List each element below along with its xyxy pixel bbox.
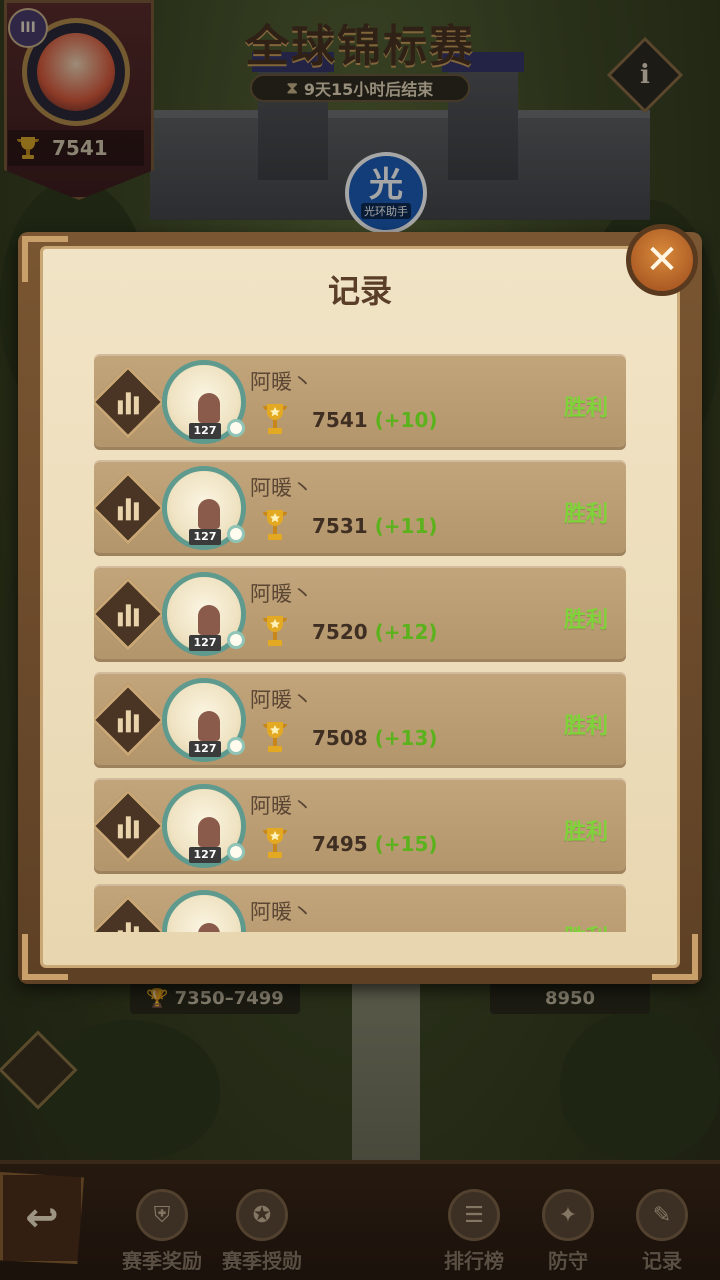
flower-icon: [227, 525, 245, 543]
battle-result: 胜利: [563, 396, 608, 421]
opponent-name: 阿暖丶: [250, 900, 313, 924]
record-row: 127 阿暖丶 胜利: [94, 884, 626, 932]
bar-chart-icon: [117, 602, 139, 626]
score-delta: (+12): [374, 620, 438, 644]
bar-chart-icon: [117, 814, 139, 838]
score-delta: (+15): [374, 832, 438, 856]
score-value: 7531: [312, 514, 368, 538]
frame-corner: [652, 934, 698, 980]
battle-stats-button[interactable]: [94, 895, 165, 932]
record-row: 127 阿暖丶 7531 (+11) 胜利: [94, 460, 626, 556]
battle-result: 胜利: [564, 920, 608, 932]
records-list[interactable]: 127 阿暖丶 7541 (+10) 胜利 127 阿暖丶 7531 (+11)…: [94, 354, 626, 932]
opponent-avatar[interactable]: 127: [162, 678, 246, 762]
opponent-avatar[interactable]: 127: [162, 572, 246, 656]
battle-result: 胜利: [563, 714, 608, 739]
flower-icon: [227, 737, 245, 755]
close-button[interactable]: ✕: [626, 224, 698, 296]
score-value: 7541: [312, 408, 368, 432]
opponent-avatar[interactable]: 127: [162, 360, 246, 444]
trophy-icon: [263, 616, 287, 646]
flower-icon: [227, 419, 245, 437]
score-line: 7531 (+11): [312, 514, 438, 538]
battle-stats-button[interactable]: [94, 789, 165, 863]
record-row: 127 阿暖丶 7520 (+12) 胜利: [94, 566, 626, 662]
opponent-figure: [198, 393, 220, 423]
flower-icon: [227, 631, 245, 649]
trophy-icon: [263, 404, 287, 434]
opponent-avatar[interactable]: 127: [162, 784, 246, 868]
battle-stats-button[interactable]: [94, 577, 165, 651]
frame-corner: [22, 236, 68, 282]
score-delta: (+10): [374, 408, 438, 432]
bar-chart-icon: [117, 920, 139, 932]
opponent-avatar[interactable]: 127: [162, 466, 246, 550]
trophy-icon: [263, 510, 287, 540]
opponent-name: 阿暖丶: [250, 794, 313, 818]
opponent-name: 阿暖丶: [250, 476, 313, 500]
opponent-name: 阿暖丶: [250, 370, 313, 394]
flower-icon: [227, 843, 245, 861]
trophy-icon: [263, 722, 287, 752]
modal-title: 记录: [327, 272, 392, 310]
battle-stats-button[interactable]: [94, 683, 165, 757]
score-delta: (+11): [374, 514, 438, 538]
score-value: 7520: [312, 620, 368, 644]
record-row: 127 阿暖丶 7508 (+13) 胜利: [94, 672, 626, 768]
score-value: 7495: [312, 832, 368, 856]
battle-result: 胜利: [563, 608, 608, 633]
opponent-name: 阿暖丶: [250, 688, 313, 712]
record-row: 127 阿暖丶 7541 (+10) 胜利: [94, 354, 626, 450]
bar-chart-icon: [117, 390, 139, 414]
opponent-level: 127: [189, 741, 221, 757]
score-value: 7508: [312, 726, 368, 750]
opponent-level: 127: [189, 635, 221, 651]
score-line: 7520 (+12): [312, 620, 438, 644]
battle-stats-button[interactable]: [94, 471, 165, 545]
score-line: 7508 (+13): [312, 726, 438, 750]
score-delta: (+13): [374, 726, 438, 750]
bar-chart-icon: [117, 708, 139, 732]
trophy-icon: [263, 828, 287, 858]
bar-chart-icon: [117, 496, 139, 520]
battle-result: 胜利: [563, 502, 608, 527]
opponent-figure: [198, 817, 220, 847]
opponent-avatar[interactable]: 127: [162, 890, 246, 932]
record-row: 127 阿暖丶 7495 (+15) 胜利: [94, 778, 626, 874]
battle-result: 胜利: [563, 820, 608, 845]
opponent-level: 127: [189, 529, 221, 545]
opponent-figure: [198, 605, 220, 635]
frame-corner: [22, 934, 68, 980]
opponent-figure: [198, 711, 220, 741]
score-line: 7541 (+10): [312, 408, 438, 432]
opponent-figure: [198, 499, 220, 529]
score-line: 7495 (+15): [312, 832, 438, 856]
battle-stats-button[interactable]: [94, 365, 165, 439]
close-icon: ✕: [645, 237, 679, 283]
opponent-name: 阿暖丶: [250, 582, 313, 606]
opponent-level: 127: [189, 847, 221, 863]
opponent-level: 127: [189, 423, 221, 439]
opponent-figure: [198, 923, 220, 932]
